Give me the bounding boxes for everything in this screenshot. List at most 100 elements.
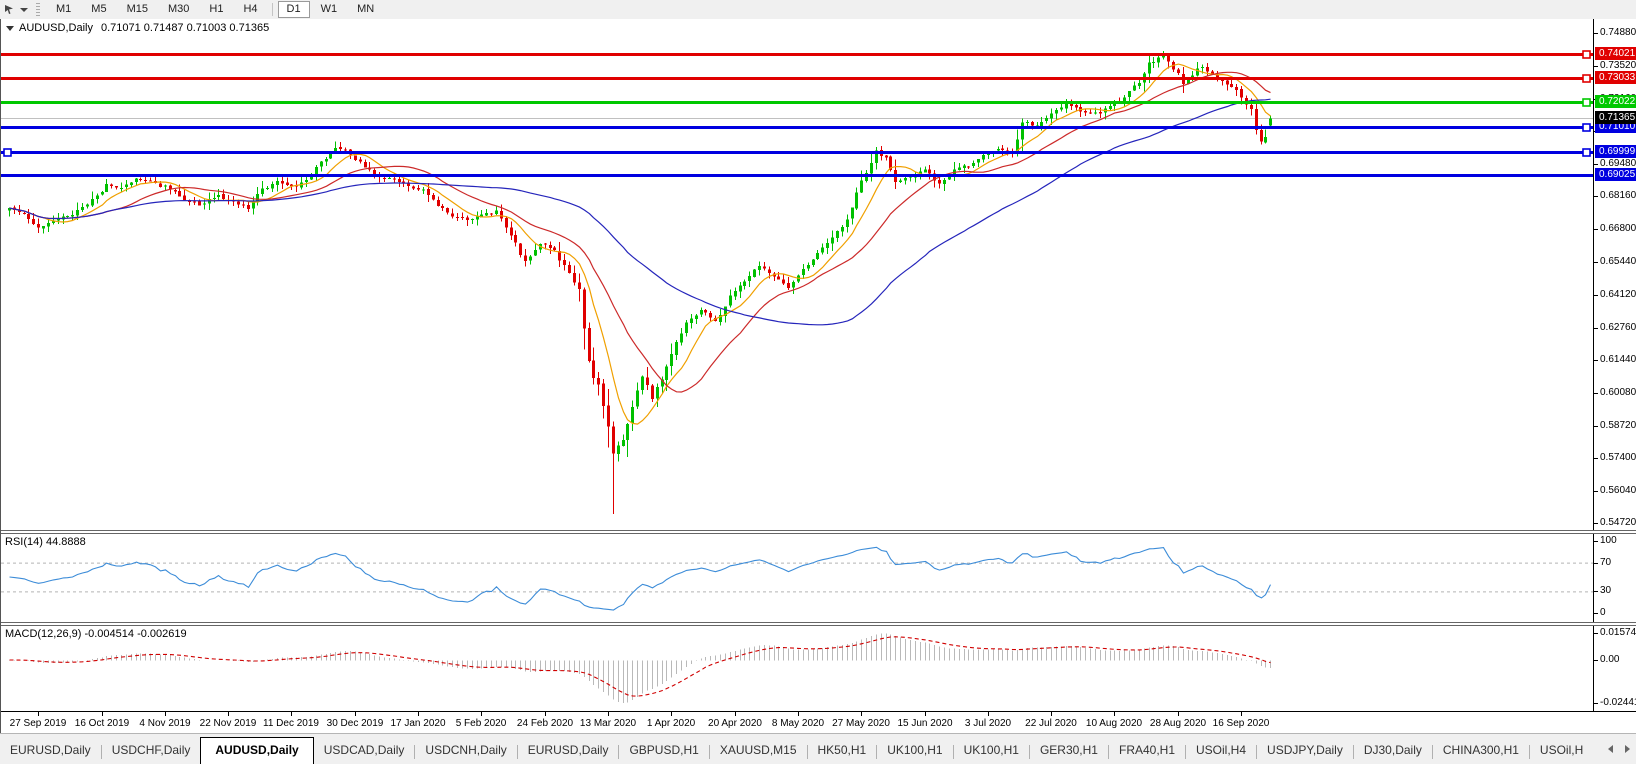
level-line-0.72022[interactable]: [1, 101, 1594, 104]
ma-line-20[interactable]: [9, 71, 1271, 393]
chart-tab-eurusd-daily[interactable]: EURUSD,Daily: [518, 739, 619, 762]
chart-menu-icon[interactable]: [6, 25, 14, 31]
axis-tick: [1594, 164, 1598, 165]
chart-window: 0.748800.735200.721600.708400.694800.681…: [0, 19, 1636, 733]
rsi-axis[interactable]: 100 70 30 0: [1593, 534, 1636, 622]
timeframe-button-d1[interactable]: D1: [277, 1, 310, 18]
date-axis-label: 22 Jul 2020: [1025, 718, 1077, 729]
rsi-axis-label: 30: [1600, 585, 1612, 596]
macd-histogram: [9, 633, 1271, 703]
level-handle[interactable]: [1582, 74, 1591, 83]
axis-tick: [1594, 458, 1598, 459]
candles-layer: [8, 51, 1272, 514]
level-handle[interactable]: [3, 148, 12, 157]
level-line-0.69025[interactable]: [1, 174, 1594, 177]
price-axis-label: 0.74880: [1600, 27, 1636, 38]
price-axis-label: 0.64120: [1600, 289, 1636, 300]
timeframe-button-m1[interactable]: M1: [47, 1, 80, 18]
chart-tab-uk100-h1[interactable]: UK100,H1: [954, 739, 1029, 762]
price-axis-label: 0.68160: [1600, 190, 1636, 201]
date-tick: [291, 712, 292, 716]
date-axis-label: 24 Feb 2020: [516, 718, 574, 729]
chart-tab-eurusd-daily[interactable]: EURUSD,Daily: [0, 739, 101, 762]
macd-axis-label: 0.00: [1600, 654, 1620, 665]
macd-pane: 0.015741 0.00 -0.024412 MACD(12,26,9) -0.0…: [1, 626, 1636, 711]
level-price-badge: 0.72022: [1595, 95, 1636, 108]
rsi-pane: 100 70 30 0 RSI(14) 44.8888: [1, 534, 1636, 622]
axis-tick: [1594, 328, 1598, 329]
timeframe-button-w1[interactable]: W1: [312, 1, 347, 18]
level-line-0.74021[interactable]: [1, 53, 1594, 56]
date-axis-label: 27 May 2020: [832, 718, 890, 729]
macd-axis[interactable]: 0.015741 0.00 -0.024412: [1593, 626, 1636, 711]
level-line-0.69999[interactable]: [1, 151, 1594, 154]
rsi-canvas[interactable]: [1, 534, 1594, 622]
chart-tab-usoil-h[interactable]: USOil,H: [1530, 739, 1593, 762]
timeframe-button-h1[interactable]: H1: [200, 1, 232, 18]
date-tick: [671, 712, 672, 716]
chart-tab-china300-h1[interactable]: CHINA300,H1: [1433, 739, 1529, 762]
axis-tick: [1594, 563, 1598, 564]
date-tick: [925, 712, 926, 716]
chart-tab-xauusd-m15[interactable]: XAUUSD,M15: [710, 739, 807, 762]
level-price-badge: 0.74021: [1595, 47, 1636, 60]
timeframe-button-m5[interactable]: M5: [82, 1, 115, 18]
price-axis[interactable]: 0.748800.735200.721600.708400.694800.681…: [1593, 19, 1636, 530]
level-price-badge: 0.69999: [1595, 145, 1636, 158]
chart-tab-uk100-h1[interactable]: UK100,H1: [877, 739, 952, 762]
axis-tick: [1594, 633, 1598, 634]
level-handle[interactable]: [1582, 50, 1591, 59]
axis-tick: [1594, 196, 1598, 197]
timeframe-button-m30[interactable]: M30: [159, 1, 198, 18]
axis-tick: [1594, 660, 1598, 661]
chart-tab-hk50-h1[interactable]: HK50,H1: [808, 739, 877, 762]
timeframe-button-m15[interactable]: M15: [118, 1, 157, 18]
chart-tab-usdjpy-daily[interactable]: USDJPY,Daily: [1257, 739, 1353, 762]
date-axis-label: 3 Jul 2020: [964, 718, 1012, 729]
main-chart-canvas[interactable]: [1, 19, 1594, 530]
chart-tab-dj30-daily[interactable]: DJ30,Daily: [1354, 739, 1432, 762]
level-line-0.71010[interactable]: [1, 126, 1594, 129]
price-axis-label: 0.62760: [1600, 322, 1636, 333]
macd-canvas[interactable]: [1, 626, 1594, 711]
timeframe-button-mn[interactable]: MN: [348, 1, 383, 18]
ma-line-55[interactable]: [9, 98, 1271, 326]
date-axis-label: 20 Apr 2020: [708, 718, 762, 729]
price-axis-label: 0.56040: [1600, 485, 1636, 496]
chart-tab-usdchf-daily[interactable]: USDCHF,Daily: [102, 739, 201, 762]
price-axis-label: 0.60080: [1600, 387, 1636, 398]
toolbar-separator: [271, 3, 273, 16]
level-handle[interactable]: [1582, 98, 1591, 107]
tab-scroll-left-icon[interactable]: [1608, 745, 1613, 753]
level-handle[interactable]: [1582, 123, 1591, 132]
chart-tab-usdcnh-daily[interactable]: USDCNH,Daily: [415, 739, 516, 762]
date-axis-label: 16 Sep 2020: [1212, 718, 1270, 729]
symbol-label: AUDUSD,Daily: [19, 22, 93, 34]
chart-tab-usdcad-daily[interactable]: USDCAD,Daily: [314, 739, 415, 762]
date-tick: [165, 712, 166, 716]
tab-scroll-right-icon[interactable]: [1625, 745, 1630, 753]
level-line-0.73033[interactable]: [1, 77, 1594, 80]
axis-tick: [1594, 229, 1598, 230]
date-axis-label: 28 Aug 2020: [1149, 718, 1207, 729]
chart-tab-ger30-h1[interactable]: GER30,H1: [1030, 739, 1108, 762]
axis-tick: [1594, 541, 1598, 542]
level-handle[interactable]: [1582, 148, 1591, 157]
chart-tab-gbpusd-h1[interactable]: GBPUSD,H1: [619, 739, 708, 762]
date-axis-label: 8 May 2020: [771, 718, 825, 729]
date-tick: [228, 712, 229, 716]
macd-label: MACD(12,26,9) -0.004514 -0.002619: [5, 628, 187, 640]
toolbar-grip[interactable]: [36, 3, 40, 16]
rsi-axis-label: 100: [1600, 535, 1617, 546]
chart-tab-fra40-h1[interactable]: FRA40,H1: [1109, 739, 1185, 762]
tool-dropdown-caret-icon[interactable]: [20, 7, 28, 12]
date-axis-label: 16 Oct 2019: [74, 718, 130, 729]
price-axis-label: 0.57400: [1600, 452, 1636, 463]
cursor-tool-icon[interactable]: [4, 4, 15, 15]
chart-tab-usoil-h4[interactable]: USOil,H4: [1186, 739, 1256, 762]
date-axis-label: 22 Nov 2019: [199, 718, 257, 729]
date-axis-label: 27 Sep 2019: [9, 718, 67, 729]
date-axis[interactable]: 27 Sep 2019 16 Oct 2019 4 Nov 2019 22 Nov 2…: [1, 711, 1636, 733]
timeframe-button-h4[interactable]: H4: [234, 1, 266, 18]
chart-tab-audusd-daily[interactable]: AUDUSD,Daily: [200, 737, 314, 764]
